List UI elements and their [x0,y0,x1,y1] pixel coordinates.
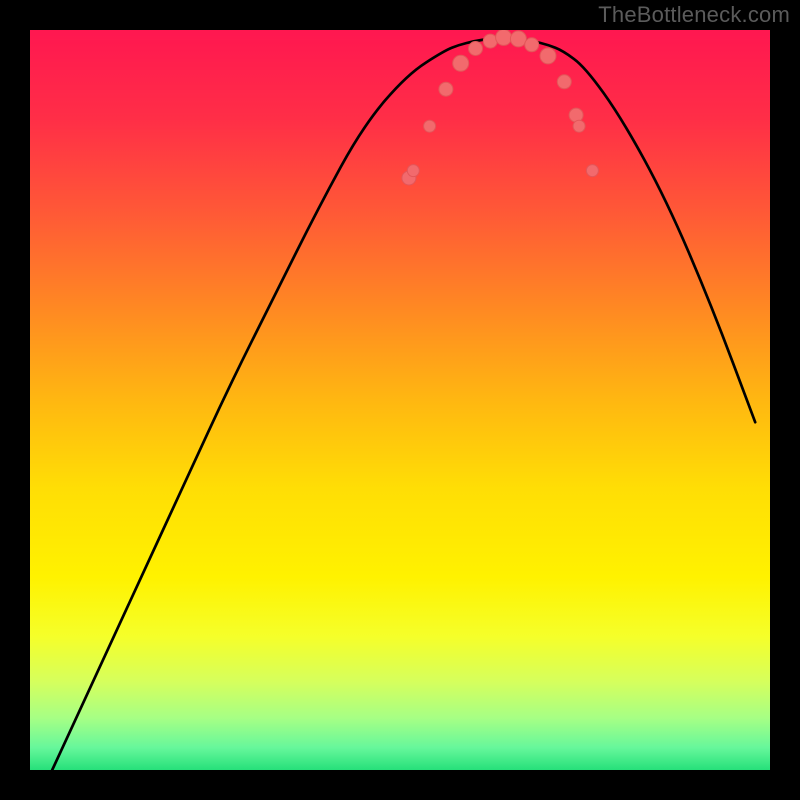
data-marker [540,48,556,64]
chart-frame: TheBottleneck.com [0,0,800,800]
data-marker [469,42,483,56]
data-marker [557,75,571,89]
data-marker [407,165,419,177]
data-marker [496,30,512,45]
data-marker [525,38,539,52]
data-marker [424,120,436,132]
data-marker [439,82,453,96]
data-marker [573,120,585,132]
plot-area [30,30,770,770]
data-marker [586,165,598,177]
data-marker [510,31,526,47]
bottleneck-curve [30,30,770,770]
data-marker [453,55,469,71]
watermark-text: TheBottleneck.com [598,2,790,28]
